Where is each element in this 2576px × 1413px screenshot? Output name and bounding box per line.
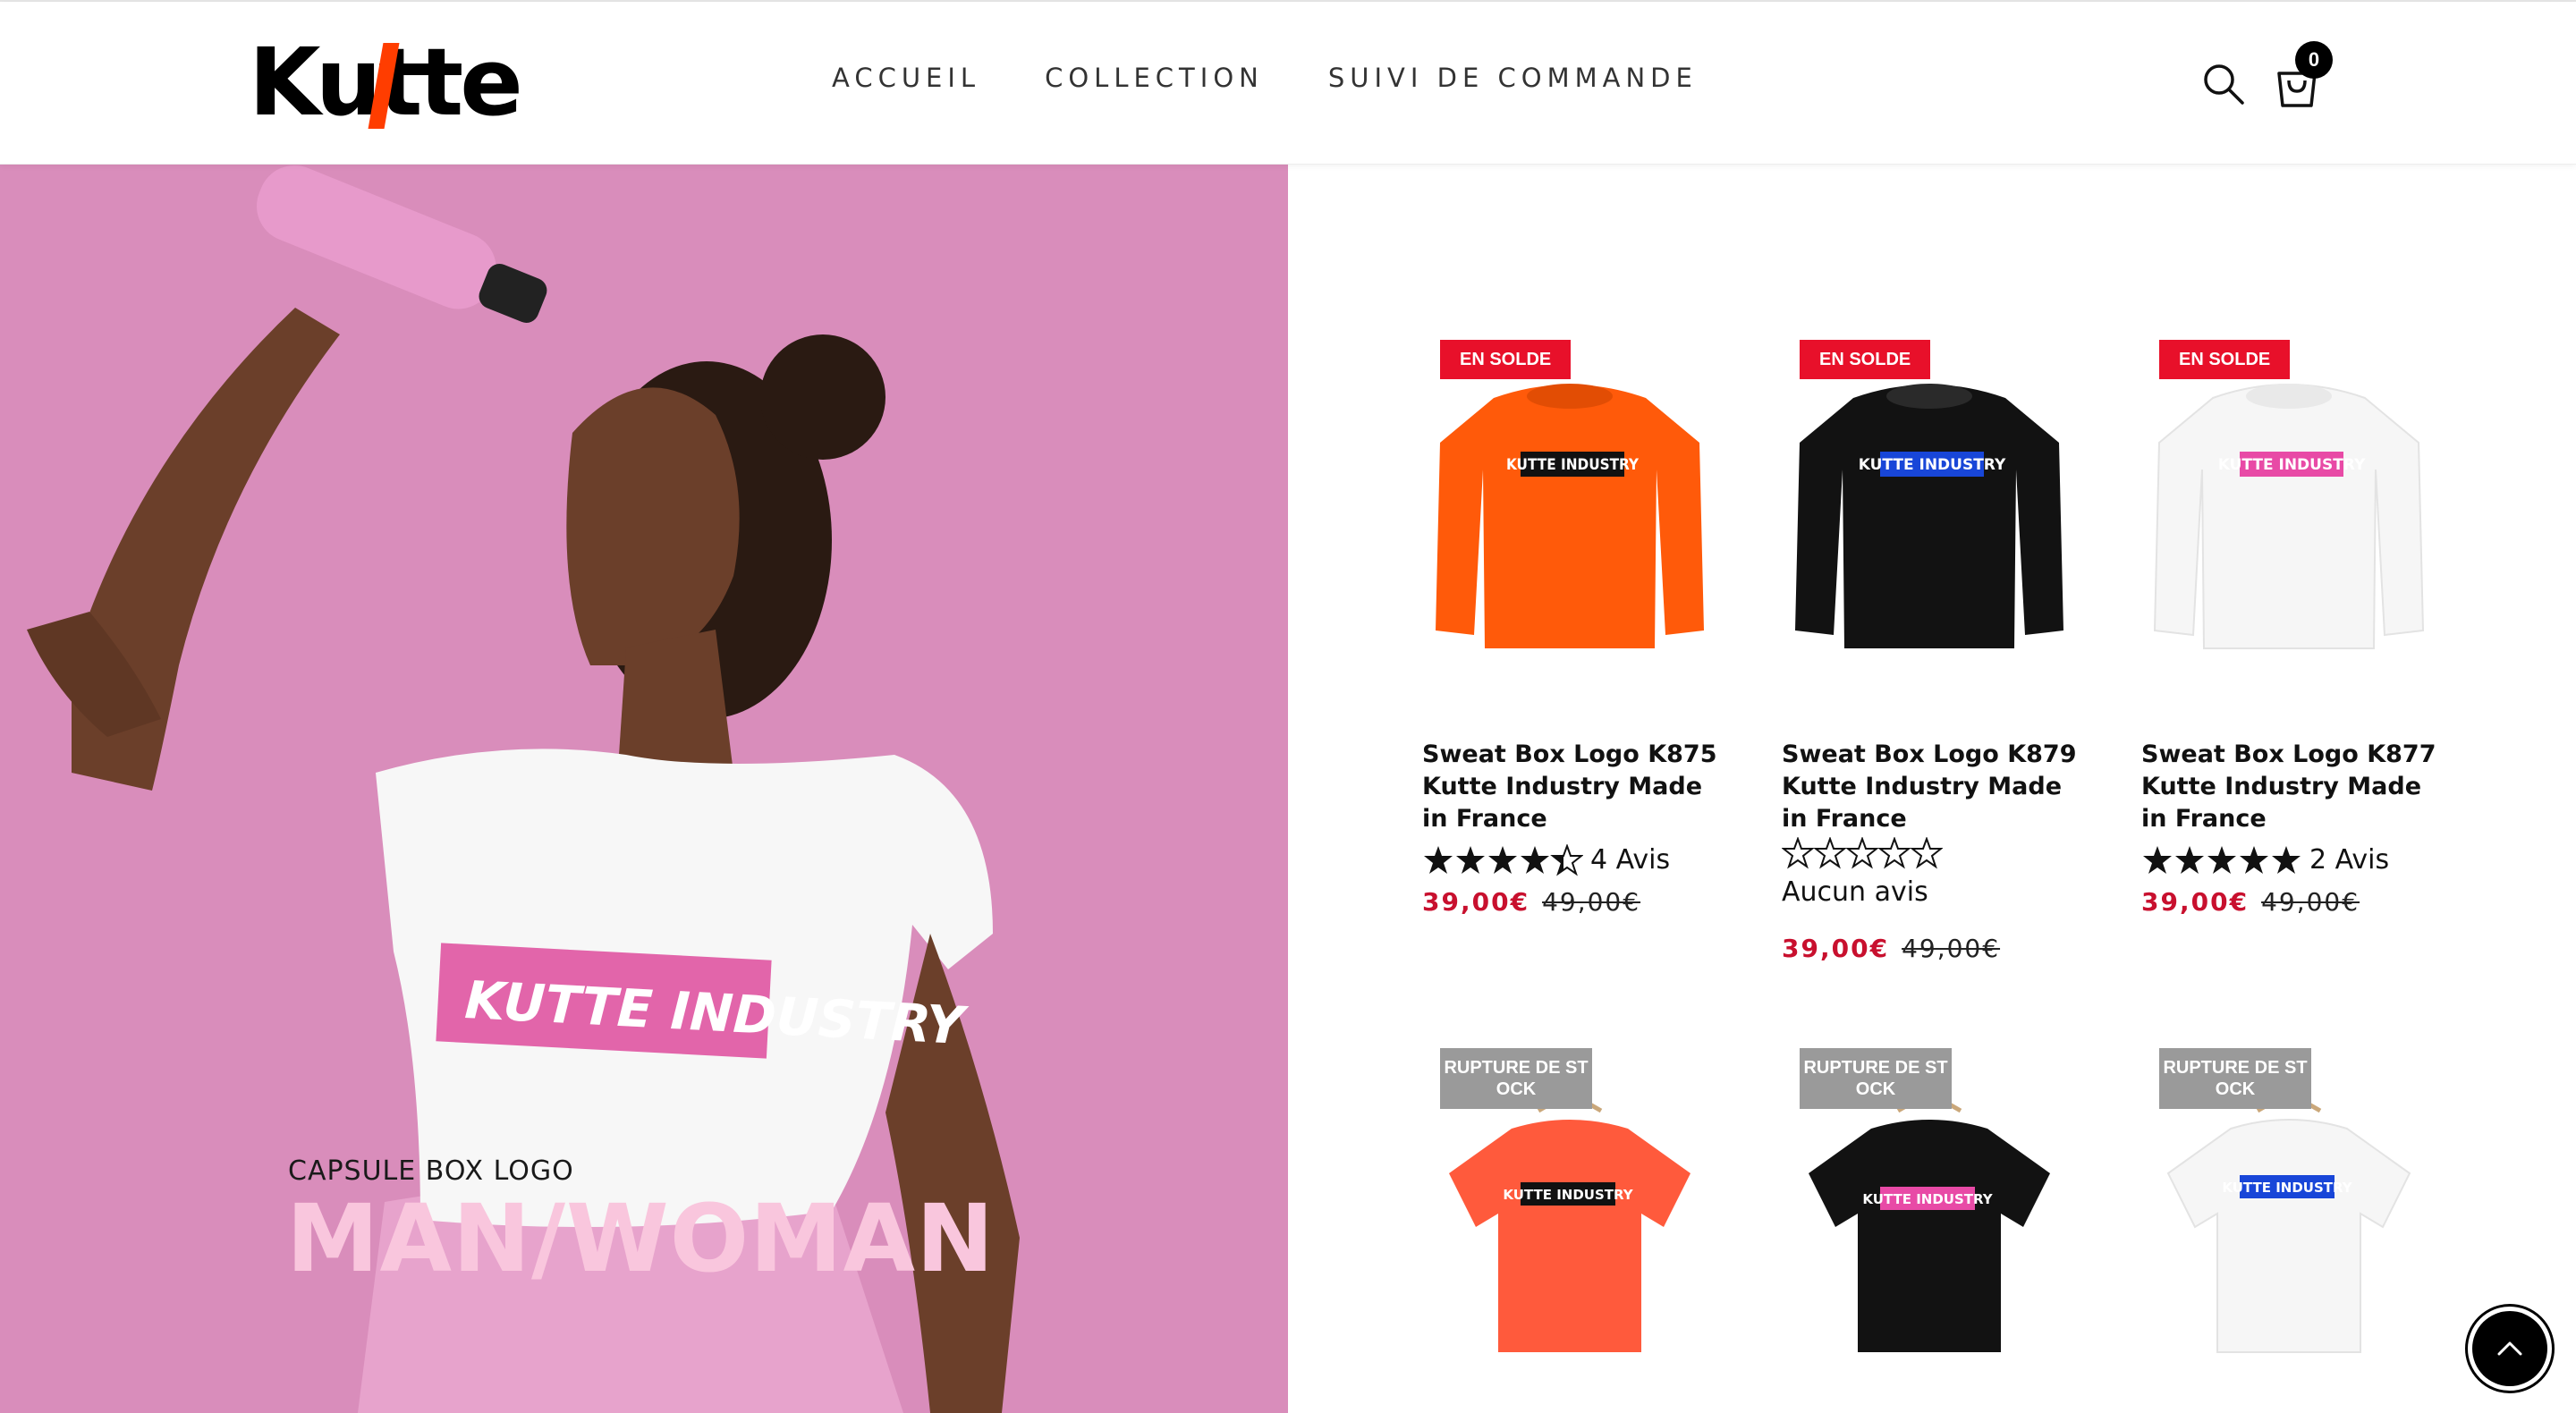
sale-badge: EN SOLDE — [1440, 340, 1572, 379]
nav-item-suivi-de-commande[interactable]: SUIVI DE COMMANDE — [1328, 63, 1698, 93]
main-nav: ACCUEIL COLLECTION SUIVI DE COMMANDE — [832, 63, 1698, 93]
product-price: 39,00€ 49,00€ — [2141, 887, 2360, 917]
product-rating: Aucun avis — [1782, 837, 2086, 916]
star-rating-icon — [2141, 844, 2302, 876]
sale-badge: EN SOLDE — [2159, 340, 2291, 379]
product-rating: 2 Avis — [2141, 837, 2445, 884]
product-price: 39,00€ 49,00€ — [1422, 887, 1640, 917]
sale-price: 39,00€ — [2141, 887, 2250, 917]
cart-count-badge: 0 — [2295, 41, 2333, 79]
product-price: 39,00€ 49,00€ — [1782, 934, 2000, 963]
sale-badge: EN SOLDE — [1800, 340, 1931, 379]
original-price: 49,00€ — [2261, 887, 2360, 917]
print-text: KUTTE INDUSTRY — [2218, 456, 2366, 474]
out-of-stock-badge: RUPTURE DE STOCK — [1440, 1048, 1592, 1109]
hero-kicker: CAPSULE BOX LOGO — [288, 1155, 574, 1187]
site-header: Kutte ACCUEIL COLLECTION SUIVI DE COMMAN… — [0, 2, 2576, 165]
out-of-stock-badge: RUPTURE DE STOCK — [2159, 1048, 2311, 1109]
product-image[interactable]: KUTTE INDUSTRY — [1422, 340, 1717, 680]
rating-text[interactable]: Aucun avis — [1782, 869, 1928, 916]
out-of-stock-badge: RUPTURE DE STOCK — [1800, 1048, 1952, 1109]
print-text: KUTTE INDUSTRY — [2222, 1180, 2352, 1196]
product-image[interactable]: KUTTE INDUSTRY — [2141, 340, 2436, 680]
print-text: KUTTE INDUSTRY — [1503, 1187, 1633, 1203]
hero-banner[interactable]: KUTTE INDUSTRY CAPSULE BOX LOGO MAN/WOMA… — [0, 165, 1288, 1413]
chevron-up-icon — [2472, 1311, 2547, 1386]
original-price: 49,00€ — [1542, 887, 1641, 917]
sale-price: 39,00€ — [1782, 934, 1890, 963]
nav-item-accueil[interactable]: ACCUEIL — [832, 63, 980, 93]
product-rating: 4 Avis — [1422, 837, 1726, 884]
star-rating-icon — [1422, 844, 1583, 876]
hero-title: MAN/WOMAN — [286, 1184, 996, 1293]
nav-item-collection[interactable]: COLLECTION — [1045, 63, 1264, 93]
print-text: KUTTE INDUSTRY — [1859, 456, 2006, 474]
original-price: 49,00€ — [1902, 934, 2001, 963]
rating-text[interactable]: 4 Avis — [1590, 837, 1670, 884]
product-title[interactable]: Sweat Box Logo K875 Kutte Industry Made … — [1422, 739, 1726, 835]
back-to-top-button[interactable] — [2465, 1304, 2555, 1393]
rating-text[interactable]: 2 Avis — [2309, 837, 2389, 884]
star-rating-icon — [1782, 837, 1943, 869]
brand-logo[interactable]: Kutte — [249, 36, 535, 129]
print-text: KUTTE INDUSTRY — [1862, 1191, 1993, 1207]
product-title[interactable]: Sweat Box Logo K879 Kutte Industry Made … — [1782, 739, 2086, 835]
print-text: KUTTE INDUSTRY — [1506, 456, 1640, 474]
search-icon[interactable] — [2200, 61, 2247, 107]
product-title[interactable]: Sweat Box Logo K877 Kutte Industry Made … — [2141, 739, 2445, 835]
product-image[interactable]: KUTTE INDUSTRY — [1782, 340, 2077, 680]
sale-price: 39,00€ — [1422, 887, 1530, 917]
